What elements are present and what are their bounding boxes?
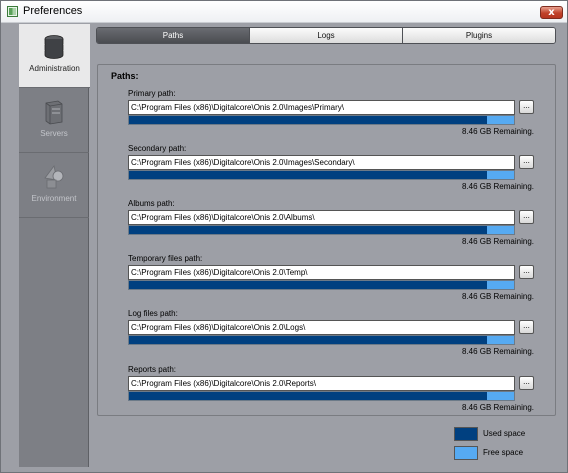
sidebar-item-label: Environment: [31, 194, 77, 203]
disk-usage-bar: [128, 170, 515, 180]
path-input[interactable]: C:\Program Files (x86)\Digitalcore\Onis …: [128, 155, 515, 170]
path-input[interactable]: C:\Program Files (x86)\Digitalcore\Onis …: [128, 376, 515, 391]
path-row: Albums path: C:\Program Files (x86)\Digit…: [128, 199, 538, 249]
sidebar-item-label: Administration: [29, 64, 80, 73]
browse-button[interactable]: ...: [519, 210, 534, 224]
path-label: Secondary path:: [128, 144, 187, 153]
disk-usage-used: [129, 226, 488, 234]
path-input[interactable]: C:\Program Files (x86)\Digitalcore\Onis …: [128, 100, 515, 115]
disk-usage-used: [129, 336, 488, 344]
main-panel: Paths Logs Plugins Paths: Primary path: C…: [90, 24, 567, 472]
free-space-label: Free space: [483, 448, 524, 457]
database-icon: [44, 35, 64, 59]
app-icon: [7, 6, 18, 17]
browse-button[interactable]: ...: [519, 155, 534, 169]
disk-usage-used: [129, 392, 488, 400]
path-label: Temporary files path:: [128, 254, 203, 263]
remaining-space-text: 8.46 GB Remaining.: [461, 403, 534, 412]
remaining-space-text: 8.46 GB Remaining.: [461, 127, 534, 136]
path-row: Reports path: C:\Program Files (x86)\Digi…: [128, 365, 538, 415]
browse-button[interactable]: ...: [519, 265, 534, 279]
browse-button[interactable]: ...: [519, 376, 534, 390]
path-row: Temporary files path: C:\Program Files (x…: [128, 254, 538, 304]
title-bar[interactable]: Preferences x: [1, 1, 567, 23]
window-title: Preferences: [23, 5, 83, 17]
remaining-space-text: 8.46 GB Remaining.: [461, 292, 534, 301]
disk-usage-bar: [128, 391, 515, 401]
disk-usage-bar: [128, 115, 515, 125]
tab-paths[interactable]: Paths: [97, 28, 249, 43]
sidebar-item-servers[interactable]: Servers: [19, 89, 89, 153]
path-label: Albums path:: [128, 199, 175, 208]
remaining-space-text: 8.46 GB Remaining.: [461, 347, 534, 356]
used-space-label: Used space: [483, 429, 526, 438]
path-label: Reports path:: [128, 365, 177, 374]
disk-usage-bar: [128, 225, 515, 235]
path-input[interactable]: C:\Program Files (x86)\Digitalcore\Onis …: [128, 320, 515, 335]
close-button[interactable]: x: [540, 6, 563, 19]
group-title: Paths:: [111, 71, 139, 81]
browse-button[interactable]: ...: [519, 100, 534, 114]
disk-usage-used: [129, 116, 488, 124]
path-input[interactable]: C:\Program Files (x86)\Digitalcore\Onis …: [128, 265, 515, 280]
path-label: Log files path:: [128, 309, 178, 318]
used-space-swatch: [454, 427, 478, 441]
sidebar: Administration Servers Environment: [19, 24, 90, 467]
remaining-space-text: 8.46 GB Remaining.: [461, 182, 534, 191]
disk-usage-used: [129, 171, 488, 179]
server-icon: [45, 100, 63, 125]
disk-usage-bar: [128, 335, 515, 345]
preferences-window: Preferences x Administration Servers Env…: [0, 0, 568, 473]
path-row: Secondary path: C:\Program Files (x86)\Di…: [128, 144, 538, 194]
tab-logs[interactable]: Logs: [249, 28, 402, 43]
disk-usage-bar: [128, 280, 515, 290]
remaining-space-text: 8.46 GB Remaining.: [461, 237, 534, 246]
disk-usage-used: [129, 281, 488, 289]
tab-plugins[interactable]: Plugins: [402, 28, 555, 43]
sidebar-item-administration[interactable]: Administration: [19, 24, 90, 88]
paths-group: Paths: Primary path: C:\Program Files (x8…: [97, 64, 556, 416]
path-input[interactable]: C:\Program Files (x86)\Digitalcore\Onis …: [128, 210, 515, 225]
free-space-swatch: [454, 446, 478, 460]
path-row: Log files path: C:\Program Files (x86)\Di…: [128, 309, 538, 359]
sidebar-item-environment[interactable]: Environment: [19, 154, 89, 218]
sidebar-item-label: Servers: [40, 129, 68, 138]
path-row: Primary path: C:\Program Files (x86)\Digi…: [128, 89, 538, 139]
shapes-icon: [44, 165, 64, 189]
path-label: Primary path:: [128, 89, 176, 98]
tab-bar: Paths Logs Plugins: [96, 27, 556, 44]
browse-button[interactable]: ...: [519, 320, 534, 334]
